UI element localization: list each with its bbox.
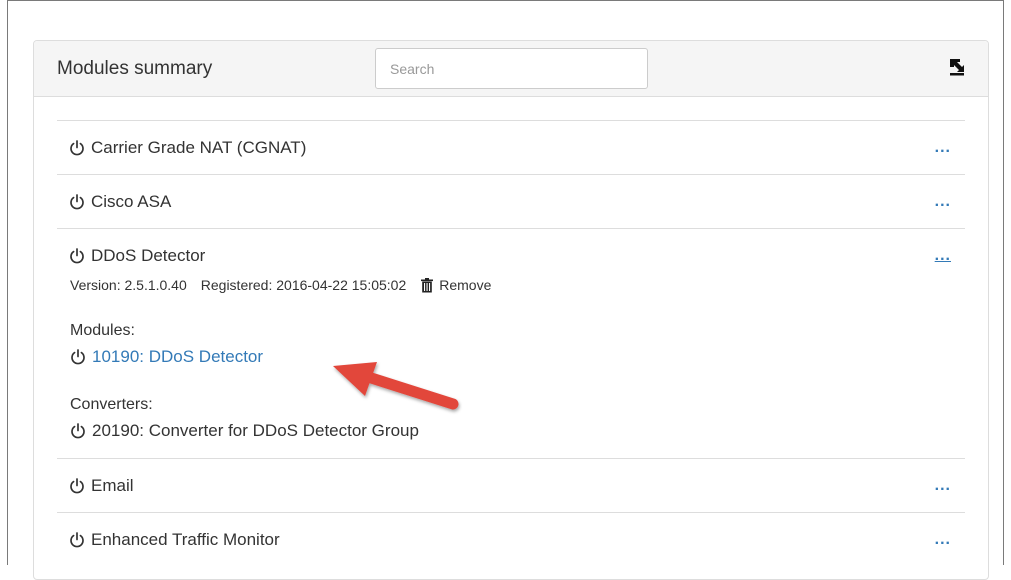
more-options-button[interactable]: ... — [935, 140, 951, 156]
module-name: Enhanced Traffic Monitor — [91, 530, 280, 549]
search-input[interactable] — [375, 48, 648, 89]
list-item[interactable]: Carrier Grade NAT (CGNAT) ... — [57, 120, 965, 174]
panel-title: Modules summary — [57, 58, 213, 79]
more-options-button[interactable]: ... — [935, 478, 951, 494]
list-item[interactable]: Enhanced Traffic Monitor ... — [57, 512, 965, 566]
module-meta: Version: 2.5.1.0.40 Registered: 2016-04-… — [70, 277, 505, 293]
more-options-button[interactable]: ... — [935, 248, 951, 264]
module-name: Carrier Grade NAT (CGNAT) — [91, 138, 307, 157]
module-link-label: 10190: DDoS Detector — [92, 347, 264, 366]
trash-icon — [421, 277, 434, 292]
power-icon — [71, 423, 85, 439]
annotation-arrow-icon — [333, 362, 459, 410]
modules-summary-panel: Modules summary Carrier Grade NAT (CGNAT… — [33, 40, 989, 580]
more-options-button[interactable]: ... — [935, 194, 951, 210]
module-name: DDoS Detector — [91, 246, 206, 265]
module-name: Cisco ASA — [91, 192, 172, 211]
power-icon — [70, 532, 84, 548]
power-icon — [70, 478, 84, 494]
power-icon — [70, 140, 84, 156]
modules-section-label: Modules: — [70, 322, 135, 339]
power-icon — [70, 248, 84, 264]
remove-label: Remove — [439, 277, 492, 293]
panel-header: Modules summary — [34, 41, 988, 97]
converter-item-label: 20190: Converter for DDoS Detector Group — [92, 421, 419, 440]
module-name: Email — [91, 476, 134, 495]
list-item-expanded: DDoS Detector ... Version: 2.5.1.0.40 Re… — [57, 228, 965, 458]
version-text: Version: 2.5.1.0.40 — [70, 277, 187, 293]
list-item[interactable]: Cisco ASA ... — [57, 174, 965, 228]
list-item[interactable]: Email ... — [57, 458, 965, 512]
power-icon — [71, 349, 85, 365]
remove-button[interactable]: Remove — [420, 277, 491, 293]
registered-text: Registered: 2016-04-22 15:05:02 — [200, 277, 407, 293]
modules-list: Carrier Grade NAT (CGNAT) ... Cisco ASA … — [57, 120, 965, 566]
more-options-button[interactable]: ... — [935, 532, 951, 548]
module-link[interactable]: 10190: DDoS Detector — [70, 347, 263, 367]
converter-item: 20190: Converter for DDoS Detector Group — [70, 421, 419, 441]
power-icon — [70, 194, 84, 210]
export-download-icon[interactable] — [948, 58, 966, 76]
converters-section-label: Converters: — [70, 396, 153, 413]
